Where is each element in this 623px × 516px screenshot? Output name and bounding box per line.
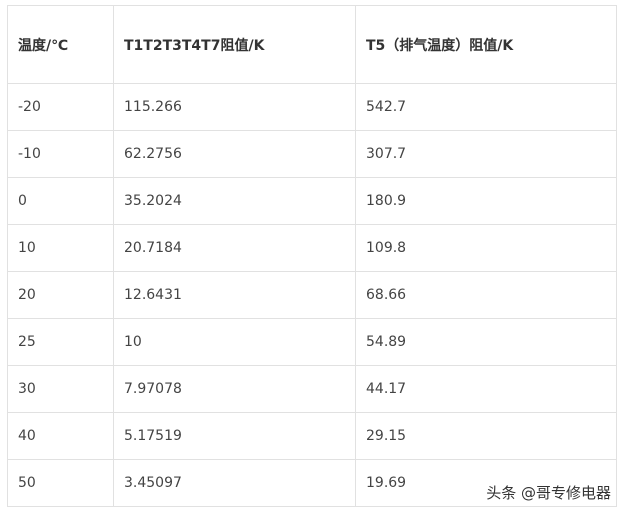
cell-t5-value: 68.66 (355, 271, 617, 319)
cell-temperature: -20 (7, 83, 114, 131)
cell-t5-value: 54.89 (355, 318, 617, 366)
table-row: 0 35.2024 180.9 (7, 177, 617, 225)
table-row: -20 115.266 542.7 (7, 83, 617, 131)
resistance-table-container: 温度/℃ T1T2T3T4T7阻值/K T5（排气温度）阻值/K -20 115… (7, 5, 617, 507)
cell-t1-t7-value: 3.45097 (113, 459, 356, 507)
header-t5-resistance: T5（排气温度）阻值/K (355, 5, 617, 84)
table-row: 40 5.17519 29.15 (7, 412, 617, 460)
cell-temperature: 10 (7, 224, 114, 272)
table-row: -10 62.2756 307.7 (7, 130, 617, 178)
cell-temperature: 30 (7, 365, 114, 413)
table-row: 10 20.7184 109.8 (7, 224, 617, 272)
table-row: 30 7.97078 44.17 (7, 365, 617, 413)
cell-t5-value: 542.7 (355, 83, 617, 131)
cell-temperature: 0 (7, 177, 114, 225)
cell-t1-t7-value: 115.266 (113, 83, 356, 131)
cell-t5-value: 307.7 (355, 130, 617, 178)
cell-t1-t7-value: 7.97078 (113, 365, 356, 413)
cell-t1-t7-value: 12.6431 (113, 271, 356, 319)
cell-t5-value: 44.17 (355, 365, 617, 413)
header-temperature: 温度/℃ (7, 5, 114, 84)
table-row: 25 10 54.89 (7, 318, 617, 366)
cell-temperature: 20 (7, 271, 114, 319)
cell-t1-t7-value: 62.2756 (113, 130, 356, 178)
table-row: 20 12.6431 68.66 (7, 271, 617, 319)
cell-temperature: -10 (7, 130, 114, 178)
header-t1-t7-resistance: T1T2T3T4T7阻值/K (113, 5, 356, 84)
cell-t1-t7-value: 35.2024 (113, 177, 356, 225)
cell-temperature: 50 (7, 459, 114, 507)
cell-t1-t7-value: 20.7184 (113, 224, 356, 272)
cell-t1-t7-value: 10 (113, 318, 356, 366)
cell-t5-value: 180.9 (355, 177, 617, 225)
cell-temperature: 40 (7, 412, 114, 460)
resistance-table: 温度/℃ T1T2T3T4T7阻值/K T5（排气温度）阻值/K -20 115… (7, 5, 617, 507)
cell-t1-t7-value: 5.17519 (113, 412, 356, 460)
cell-t5-value: 29.15 (355, 412, 617, 460)
cell-t5-value: 109.8 (355, 224, 617, 272)
cell-temperature: 25 (7, 318, 114, 366)
toutiao-watermark: 头条 @哥专修电器 (486, 484, 611, 502)
table-header-row: 温度/℃ T1T2T3T4T7阻值/K T5（排气温度）阻值/K (7, 5, 617, 84)
